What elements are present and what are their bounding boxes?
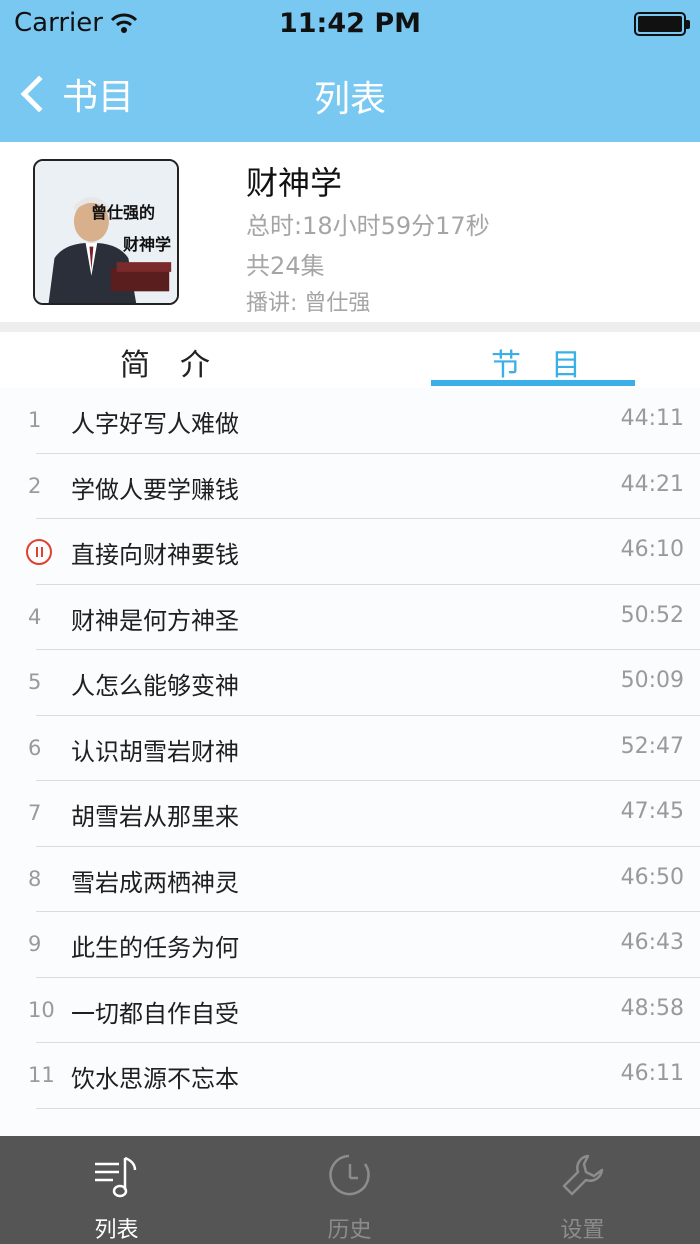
- navigation-header: Carrier 11:42 PM 书目 列表: [0, 0, 700, 142]
- track-duration: 46:11: [620, 1061, 684, 1086]
- wrench-icon: [562, 1154, 603, 1196]
- track-duration: 48:58: [620, 995, 684, 1021]
- section-divider: [0, 322, 700, 332]
- track-number: 9: [28, 932, 42, 956]
- track-title: 直接向财神要钱: [71, 541, 239, 569]
- track-row[interactable]: 7 胡雪岩从那里来 47:45: [0, 781, 700, 847]
- track-number: 4: [28, 604, 42, 629]
- tabbar-item-list[interactable]: 列表: [0, 1136, 233, 1244]
- row-divider: [36, 1107, 700, 1109]
- track-title: 人字好写人难做: [71, 410, 239, 438]
- track-duration: 44:21: [620, 471, 684, 497]
- track-duration: 47:45: [620, 799, 684, 824]
- track-number: 10: [28, 997, 55, 1022]
- album-total-time: 总时:18小时59分17秒: [246, 212, 490, 240]
- track-title: 胡雪岩从那里来: [71, 803, 239, 831]
- album-speaker: 播讲: 曾仕强: [246, 291, 371, 316]
- page-title: 列表: [313, 79, 386, 120]
- cover-text: 财神学: [123, 235, 172, 254]
- track-row[interactable]: 11 饮水思源不忘本 46:11: [0, 1043, 700, 1109]
- pause-icon[interactable]: [26, 539, 52, 565]
- track-row[interactable]: 6 认识胡雪岩财神 52:47: [0, 716, 700, 781]
- track-duration: 46:50: [620, 864, 684, 890]
- track-title: 此生的任务为何: [71, 934, 239, 962]
- track-duration: 50:52: [620, 602, 684, 628]
- track-duration: 46:10: [620, 537, 684, 562]
- tab-program-list[interactable]: 节目: [491, 340, 611, 384]
- active-tab-indicator: [431, 380, 635, 386]
- track-row[interactable]: 8 雪岩成两栖神灵 46:50: [0, 847, 700, 912]
- status-time: 11:42 PM: [278, 8, 421, 39]
- track-number: 5: [28, 670, 42, 694]
- music-list-icon: [94, 1156, 136, 1198]
- track-number: 11: [28, 1063, 55, 1087]
- track-duration: 50:09: [620, 668, 684, 693]
- track-number: 7: [28, 801, 42, 825]
- battery-icon: [634, 12, 690, 36]
- status-bar: Carrier 11:42 PM: [0, 0, 700, 48]
- track-title: 一切都自作自受: [71, 999, 239, 1028]
- bottom-tab-bar: 列表 历史 设置: [0, 1136, 700, 1244]
- track-title: 学做人要学赚钱: [71, 475, 239, 504]
- track-number: 6: [28, 735, 42, 760]
- track-row[interactable]: 10 一切都自作自受 48:58: [0, 978, 700, 1043]
- track-number: 8: [28, 866, 42, 891]
- track-row[interactable]: 9 此生的任务为何 46:43: [0, 912, 700, 978]
- track-duration: 46:43: [620, 930, 684, 955]
- track-row[interactable]: 2 学做人要学赚钱 44:21: [0, 454, 700, 519]
- track-title: 饮水思源不忘本: [71, 1065, 239, 1093]
- track-row[interactable]: 4 财神是何方神圣 50:52: [0, 585, 700, 650]
- clock-icon: [328, 1154, 370, 1196]
- track-row[interactable]: 5 人怎么能够变神 50:09: [0, 650, 700, 716]
- track-title: 雪岩成两栖神灵: [71, 868, 239, 897]
- segment-tabs: 简介 节目: [0, 332, 700, 388]
- track-number: 1: [28, 408, 42, 432]
- album-title: 财神学: [246, 164, 343, 202]
- tabbar-item-settings[interactable]: 设置: [466, 1136, 699, 1244]
- cover-text: 曾仕强的: [91, 203, 156, 222]
- track-title: 财神是何方神圣: [71, 606, 239, 635]
- track-title: 人怎么能够变神: [71, 672, 239, 700]
- track-duration: 52:47: [620, 733, 684, 759]
- track-title: 认识胡雪岩财神: [71, 737, 239, 766]
- track-row[interactable]: 1 人字好写人难做 44:11: [0, 388, 700, 454]
- tab-intro[interactable]: 简介: [120, 340, 240, 384]
- track-row[interactable]: 直接向财神要钱 46:10: [0, 519, 700, 585]
- tabbar-item-history[interactable]: 历史: [233, 1136, 466, 1244]
- album-header: 曾仕强的 财神学 财神学 总时:18小时59分17秒 共24集 播讲: 曾仕强: [0, 142, 700, 322]
- tabbar-label: 历史: [327, 1218, 372, 1243]
- track-duration: 44:11: [620, 406, 684, 431]
- track-list[interactable]: 1 人字好写人难做 44:11 2 学做人要学赚钱 44:21 直接向财神要钱 46:10 4 财…: [0, 388, 700, 1136]
- album-episode-count: 共24集: [246, 252, 325, 280]
- track-number: 2: [28, 473, 42, 498]
- album-cover: 曾仕强的 财神学: [33, 159, 179, 305]
- tabbar-label: 列表: [94, 1218, 139, 1243]
- tabbar-label: 设置: [560, 1218, 605, 1243]
